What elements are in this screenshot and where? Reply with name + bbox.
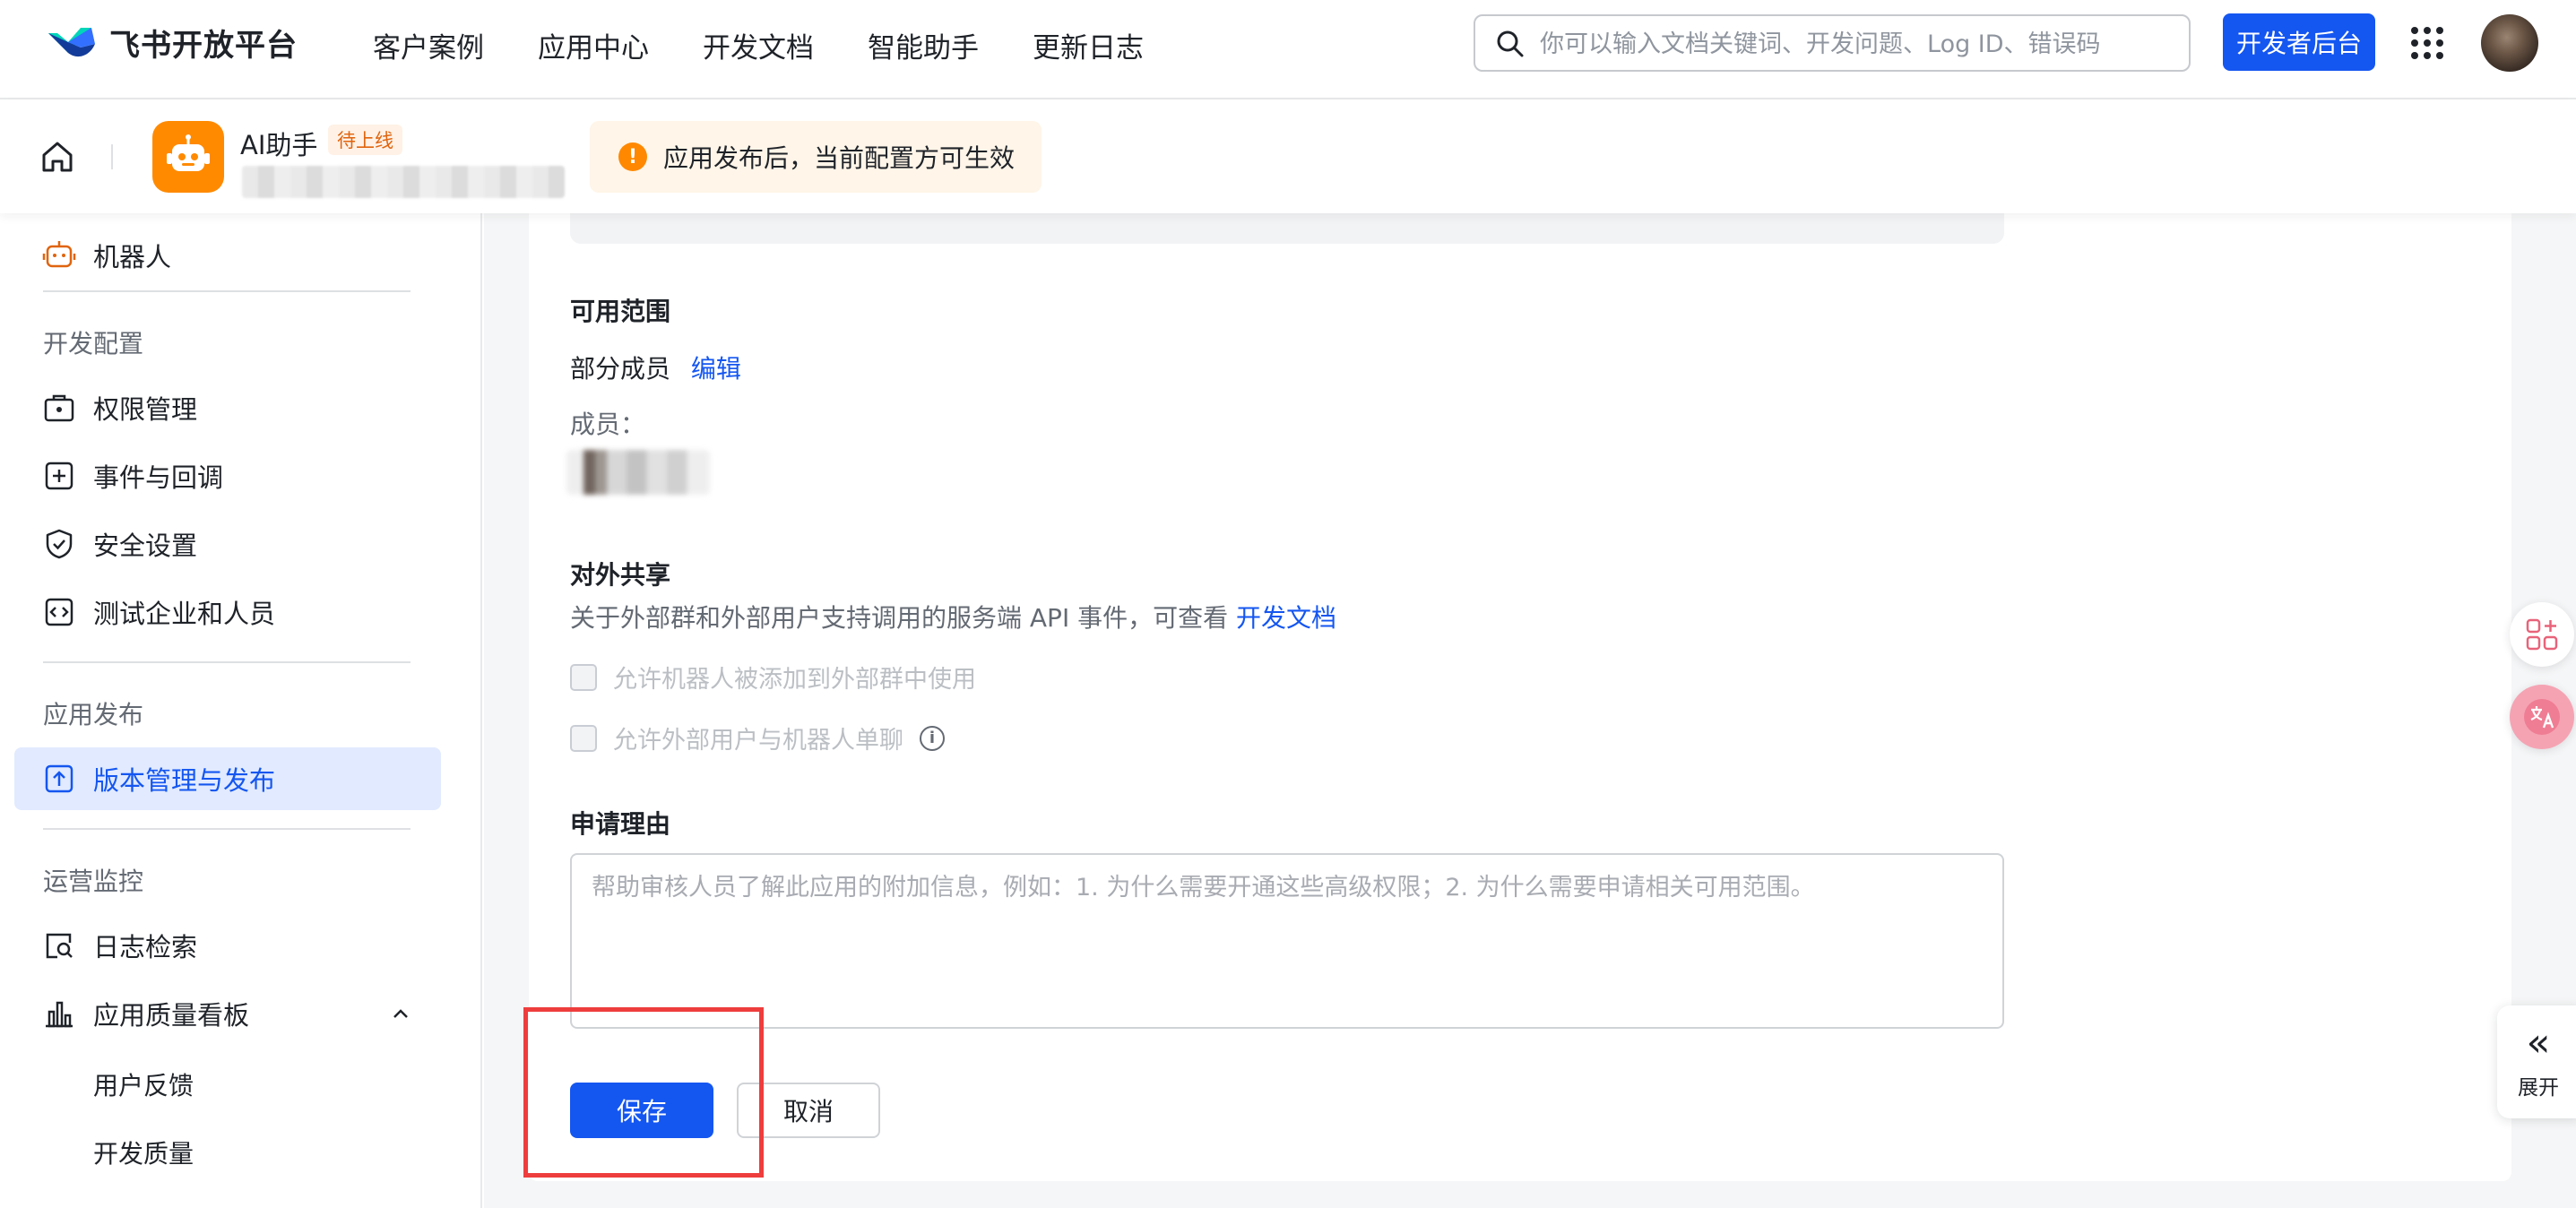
member-avatar-redacted — [566, 450, 710, 495]
reason-textarea[interactable] — [570, 853, 2004, 1029]
sidebar-item-label: 权限管理 — [93, 394, 198, 425]
warning-icon: ! — [618, 142, 647, 171]
allow-external-chat-checkbox[interactable] — [570, 724, 597, 752]
search-icon — [1497, 30, 1524, 57]
allow-external-group-checkbox[interactable] — [570, 663, 597, 691]
bar-chart-icon — [41, 996, 77, 1031]
nav-customer-cases[interactable]: 客户案例 — [373, 25, 484, 65]
app-name: AI助手 — [240, 130, 318, 160]
briefcase-icon — [41, 390, 77, 426]
sidebar-item-robot[interactable]: 机器人 — [14, 224, 441, 287]
sharing-description-text: 关于外部群和外部用户支持调用的服务端 API 事件，可查看 — [570, 603, 1229, 633]
sidebar-subitem-dev-quality[interactable]: 开发质量 — [93, 1135, 194, 1170]
checkbox-label: 允许外部用户与机器人单聊 — [613, 727, 903, 755]
expand-label: 展开 — [2518, 1076, 2559, 1100]
expand-panel-button[interactable]: « 展开 — [2497, 1005, 2576, 1118]
notice-text: 应用发布后，当前配置方可生效 — [663, 143, 1016, 173]
allow-external-group-option: 允许机器人被添加到外部群中使用 — [570, 660, 976, 695]
reason-title: 申请理由 — [570, 809, 671, 839]
sharing-description: 关于外部群和外部用户支持调用的服务端 API 事件，可查看 开发文档 — [570, 599, 1336, 634]
nav-dev-docs[interactable]: 开发文档 — [703, 25, 814, 65]
sidebar-item-label: 版本管理与发布 — [93, 765, 276, 796]
sidebar-group-title: 应用发布 — [43, 700, 144, 729]
app-header: AI助手 待上线 ! 应用发布后，当前配置方可生效 — [0, 99, 2576, 213]
sidebar-item-label: 测试企业和人员 — [93, 599, 276, 629]
nav-ai-assistant[interactable]: 智能助手 — [868, 25, 979, 65]
scope-value: 部分成员 编辑 — [570, 349, 741, 385]
robot-icon — [167, 134, 210, 171]
feishu-logo-icon — [48, 28, 95, 57]
search-input[interactable] — [1538, 23, 2165, 65]
divider — [111, 144, 113, 169]
sidebar-item-security[interactable]: 安全设置 — [14, 513, 441, 575]
robot-icon — [41, 237, 77, 273]
publish-notice: ! 应用发布后，当前配置方可生效 — [590, 121, 1042, 193]
sidebar-item-label: 日志检索 — [93, 932, 198, 962]
edit-scope-link[interactable]: 编辑 — [691, 354, 741, 384]
sidebar-item-test-enterprise[interactable]: 测试企业和人员 — [14, 581, 441, 643]
apps-grid-icon[interactable] — [2411, 27, 2443, 59]
code-box-icon — [41, 594, 77, 630]
previous-section-box — [570, 213, 2004, 244]
divider — [43, 828, 411, 830]
allow-external-chat-option: 允许外部用户与机器人单聊 i — [570, 720, 945, 755]
translate-button[interactable] — [2510, 685, 2574, 749]
sharing-title: 对外共享 — [570, 560, 671, 590]
sidebar-group-title: 开发配置 — [43, 329, 144, 358]
add-box-icon — [41, 458, 77, 494]
brand[interactable]: 飞书开放平台 — [45, 20, 298, 65]
avatar[interactable] — [2481, 14, 2538, 72]
apps-plus-icon — [2526, 618, 2558, 651]
top-navigation: 飞书开放平台 客户案例 应用中心 开发文档 智能助手 更新日志 开发者后台 — [0, 0, 2576, 99]
log-search-icon — [41, 928, 77, 963]
sidebar-item-events[interactable]: 事件与回调 — [14, 444, 441, 507]
search-box[interactable] — [1474, 14, 2191, 72]
sidebar-item-label: 机器人 — [93, 242, 172, 272]
upload-box-icon — [41, 761, 77, 797]
translate-icon — [2524, 699, 2560, 735]
status-badge: 待上线 — [328, 125, 402, 155]
release-form-card: 可用范围 部分成员 编辑 成员： 对外共享 关于外部群和外部用户支持调用的服务端… — [529, 213, 2511, 1181]
double-chevron-left-icon: « — [2526, 1020, 2551, 1066]
info-icon[interactable]: i — [920, 725, 945, 751]
sidebar-subitem-user-feedback[interactable]: 用户反馈 — [93, 1066, 194, 1102]
scope-title: 可用范围 — [570, 297, 671, 326]
chevron-up-icon[interactable] — [391, 1004, 411, 1023]
sidebar-item-label: 事件与回调 — [93, 462, 224, 493]
developer-console-button[interactable]: 开发者后台 — [2223, 13, 2375, 71]
sidebar-item-label: 应用质量看板 — [93, 1000, 250, 1031]
apps-plus-button[interactable] — [2510, 602, 2574, 667]
shield-icon — [41, 526, 77, 562]
nav-app-center[interactable]: 应用中心 — [538, 25, 649, 65]
brand-name: 飞书开放平台 — [109, 27, 298, 64]
sidebar-item-permissions[interactable]: 权限管理 — [14, 376, 441, 439]
main-content: 可用范围 部分成员 编辑 成员： 对外共享 关于外部群和外部用户支持调用的服务端… — [484, 213, 2576, 1208]
highlight-annotation — [523, 1007, 764, 1178]
sidebar-item-log-search[interactable]: 日志检索 — [14, 914, 441, 977]
divider — [43, 661, 411, 663]
sidebar-item-quality-board[interactable]: 应用质量看板 — [14, 982, 441, 1045]
divider — [43, 290, 411, 292]
app-avatar — [152, 121, 224, 193]
dev-docs-link[interactable]: 开发文档 — [1236, 603, 1336, 633]
sidebar-item-version-release[interactable]: 版本管理与发布 — [14, 747, 441, 810]
app-id-redacted — [242, 166, 565, 198]
sidebar-item-label: 安全设置 — [93, 531, 198, 561]
sidebar: 机器人 开发配置 权限管理 事件与回调 安全设置 测试企业和人员 应用发布 版本… — [0, 213, 482, 1208]
home-icon[interactable] — [39, 139, 75, 175]
members-label: 成员： — [570, 410, 646, 439]
sidebar-group-title: 运营监控 — [43, 867, 144, 896]
nav-changelog[interactable]: 更新日志 — [1033, 25, 1144, 65]
scope-value-text: 部分成员 — [570, 354, 671, 384]
checkbox-label: 允许机器人被添加到外部群中使用 — [613, 666, 976, 694]
